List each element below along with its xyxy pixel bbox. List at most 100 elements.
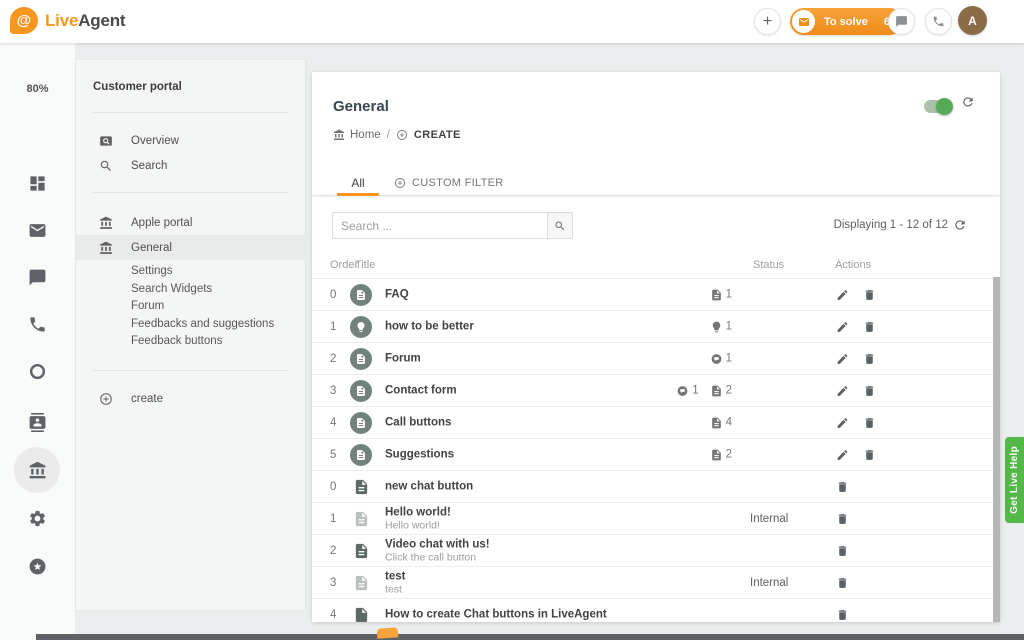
row-title: FAQ: [385, 288, 409, 301]
table-header: Order Title Status Actions: [312, 254, 1000, 278]
delete-button[interactable]: [863, 448, 876, 461]
table-row[interactable]: 0FAQ1: [312, 278, 993, 310]
row-actions: [836, 576, 849, 589]
liveagent-app: @ LiveAgent + To solve 6 A 80% Customer …: [0, 0, 1024, 640]
to-solve-button[interactable]: To solve 6: [790, 8, 903, 35]
lightbulb-icon: [710, 320, 723, 333]
plus-icon: +: [763, 14, 772, 30]
tab-custom-filter-label: CUSTOM FILTER: [412, 177, 504, 189]
to-solve-label: To solve: [824, 16, 868, 28]
phone-icon: [932, 15, 945, 28]
delete-button[interactable]: [836, 608, 849, 621]
edit-button[interactable]: [836, 320, 849, 333]
table-row[interactable]: 5Suggestions2: [312, 438, 993, 470]
breadcrumb-home[interactable]: Home: [350, 129, 381, 141]
sidebar-item-overview[interactable]: Overview: [76, 128, 306, 153]
delete-button[interactable]: [863, 352, 876, 365]
document-icon: [350, 380, 372, 402]
get-live-help-button[interactable]: Get Live Help: [1005, 437, 1024, 523]
row-actions: [836, 544, 849, 557]
rail-item-ring[interactable]: [0, 359, 75, 383]
breadcrumb-create[interactable]: CREATE: [414, 129, 461, 141]
delete-button[interactable]: [836, 480, 849, 493]
edit-icon: [836, 416, 849, 429]
delete-icon: [863, 448, 876, 461]
sidebar-subitem-feedback-buttons[interactable]: Feedback buttons: [131, 333, 274, 351]
divider: [93, 370, 288, 371]
table-row[interactable]: 4Call buttons4: [312, 406, 993, 438]
row-title: Video chat with us!Click the call button: [385, 538, 490, 563]
table-row[interactable]: 3Contact form12: [312, 374, 993, 406]
chat-icon: [895, 15, 908, 28]
user-avatar[interactable]: A: [958, 6, 987, 35]
rail-item-star[interactable]: [0, 554, 75, 578]
rail-item-mail[interactable]: [0, 218, 75, 242]
delete-button[interactable]: [863, 320, 876, 333]
sidebar-subitem-forum[interactable]: Forum: [131, 298, 274, 316]
table-row[interactable]: 2Video chat with us!Click the call butto…: [312, 534, 993, 566]
delete-button[interactable]: [836, 576, 849, 589]
delete-button[interactable]: [836, 544, 849, 557]
status-badge: 1: [710, 288, 732, 301]
tab-all[interactable]: All: [337, 169, 379, 196]
status-badge: 2: [710, 448, 732, 461]
delete-button[interactable]: [863, 416, 876, 429]
table-row[interactable]: 3testtestInternal: [312, 566, 993, 598]
sidebar-item-general[interactable]: General: [76, 235, 306, 260]
sidebar-item-search[interactable]: Search: [76, 153, 306, 178]
status-badge: 1: [710, 320, 732, 333]
edit-button[interactable]: [836, 448, 849, 461]
get-live-help-label: Get Live Help: [1009, 446, 1020, 514]
document-icon: [710, 288, 723, 301]
search-input[interactable]: [332, 212, 547, 239]
column-status: Status: [753, 259, 784, 271]
rail-item-phone[interactable]: [0, 312, 75, 336]
sidebar-subitem-settings[interactable]: Settings: [131, 263, 274, 281]
delete-button[interactable]: [836, 512, 849, 525]
calls-button[interactable]: [925, 8, 952, 35]
delete-icon: [836, 608, 849, 621]
row-subtitle: Click the call button: [385, 551, 490, 563]
rail-item-contacts[interactable]: [0, 410, 75, 434]
refresh-icon: [953, 218, 967, 232]
document-icon: [710, 416, 723, 429]
status-badges: 1: [640, 288, 732, 301]
rail-item-dashboard[interactable]: [0, 171, 75, 195]
table-row[interactable]: 4How to create Chat buttons in LiveAgent: [312, 598, 993, 622]
rail-item-portal[interactable]: [0, 458, 75, 482]
article-icon: [353, 573, 370, 593]
tab-custom-filter[interactable]: CUSTOM FILTER: [394, 169, 504, 196]
edit-button[interactable]: [836, 384, 849, 397]
sidebar-item-label: Apple portal: [131, 217, 192, 229]
search-button[interactable]: [547, 212, 573, 239]
list-refresh-button[interactable]: [953, 218, 967, 237]
logo-agent: Agent: [78, 11, 125, 30]
page-title: General: [333, 98, 389, 115]
table-row[interactable]: 1how to be better1: [312, 310, 993, 342]
sidebar-item-create[interactable]: create: [76, 386, 306, 411]
order-value: 0: [330, 481, 336, 493]
refresh-button[interactable]: [961, 95, 975, 114]
rail-item-chat[interactable]: [0, 265, 75, 289]
table-row[interactable]: 0new chat button: [312, 470, 993, 502]
chat-icon: [28, 268, 47, 287]
sidebar-item-apple-portal[interactable]: Apple portal: [76, 210, 306, 235]
portal-active-toggle[interactable]: [924, 100, 951, 113]
edit-button[interactable]: [836, 416, 849, 429]
delete-button[interactable]: [863, 288, 876, 301]
rail-item-settings[interactable]: [0, 506, 75, 530]
sidebar-item-label: Search: [131, 160, 167, 172]
liveagent-logo[interactable]: @ LiveAgent: [10, 7, 125, 34]
table-row[interactable]: 2Forum1: [312, 342, 993, 374]
add-new-button[interactable]: +: [754, 8, 781, 35]
edit-button[interactable]: [836, 352, 849, 365]
sidebar-subitem-feedbacks-and-suggestions[interactable]: Feedbacks and suggestions: [131, 316, 274, 334]
chat-widget-peek[interactable]: [377, 627, 399, 638]
delete-button[interactable]: [863, 384, 876, 397]
scrollbar[interactable]: [993, 277, 1000, 622]
sidebar-subitem-search-widgets[interactable]: Search Widgets: [131, 281, 274, 299]
active-tab-underline: [337, 193, 379, 196]
table-row[interactable]: 1Hello world!Hello world!Internal: [312, 502, 993, 534]
edit-button[interactable]: [836, 288, 849, 301]
chats-button[interactable]: [888, 8, 915, 35]
